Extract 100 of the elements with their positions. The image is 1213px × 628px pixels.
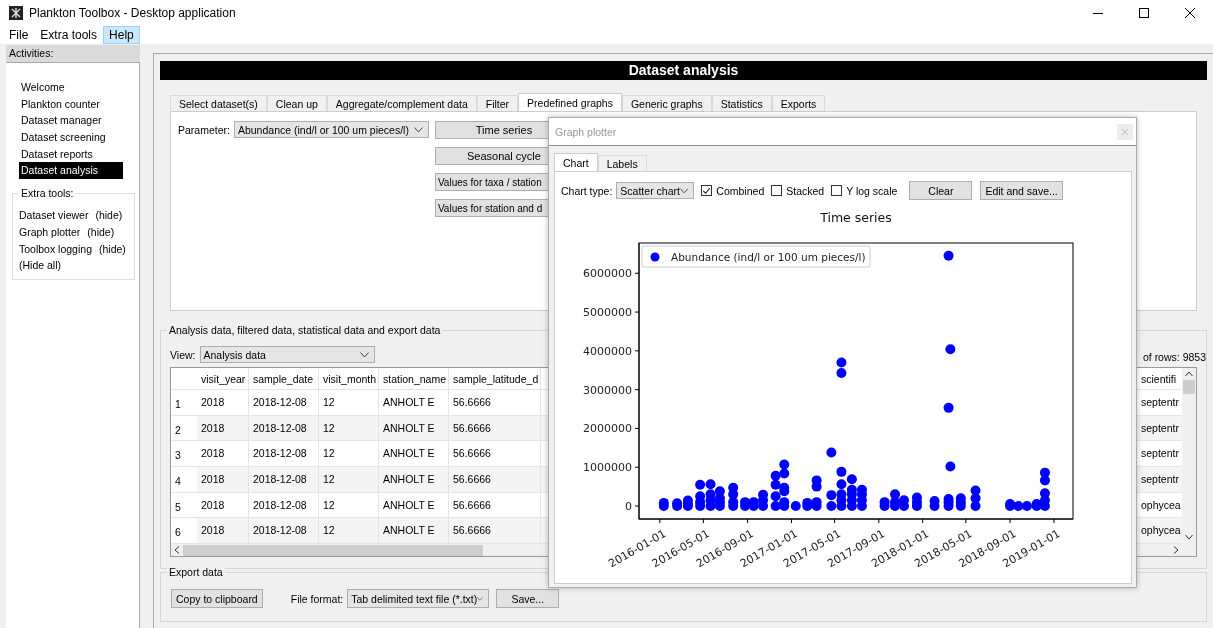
y-tick-label: 1000000 bbox=[583, 461, 632, 475]
sidebar-item[interactable]: Welcome bbox=[19, 79, 123, 96]
legend-label: Abundance (ind/l or 100 um pieces/l) bbox=[671, 251, 866, 263]
column-header[interactable]: visit_month bbox=[319, 368, 379, 389]
page-header: Dataset analysis bbox=[160, 61, 1207, 80]
caret-icon bbox=[477, 595, 484, 602]
checkbox-label[interactable]: Y log scale bbox=[846, 184, 898, 197]
table-cell: ANHOLT E bbox=[379, 518, 449, 544]
caret-icon bbox=[413, 126, 423, 133]
table-cell: 2018 bbox=[197, 492, 249, 518]
scroll-thumb[interactable] bbox=[183, 544, 483, 556]
table-cell: 2018-12-08 bbox=[249, 441, 319, 466]
y-tick-label: 2000000 bbox=[583, 422, 632, 436]
y-tick-label: 5000000 bbox=[583, 306, 632, 320]
tab[interactable]: Generic graphs bbox=[621, 95, 712, 111]
tool-link[interactable]: (Hide all) bbox=[19, 257, 61, 274]
tab[interactable]: Chart bbox=[554, 153, 598, 171]
column-header[interactable]: sample_latitude_d bbox=[449, 368, 541, 389]
window-title: Plankton Toolbox - Desktop application bbox=[29, 5, 236, 20]
table-cell: 56.6666 bbox=[449, 466, 541, 492]
checkbox[interactable] bbox=[831, 185, 843, 196]
menu-item[interactable]: Help bbox=[103, 25, 140, 44]
tab[interactable]: Exports bbox=[771, 95, 826, 111]
tool-link[interactable]: Toolbox logging bbox=[19, 240, 92, 258]
table-cell: 2018 bbox=[197, 518, 249, 544]
hide-link[interactable]: (hide) bbox=[99, 240, 126, 258]
checkbox-label[interactable]: Stacked bbox=[786, 184, 825, 197]
hide-link[interactable]: (hide) bbox=[87, 223, 115, 241]
table-cell: 2018-12-08 bbox=[249, 389, 319, 415]
table-cell: 56.6666 bbox=[449, 389, 541, 415]
tab[interactable]: Select dataset(s) bbox=[170, 95, 267, 111]
tab[interactable]: Aggregate/complement data bbox=[326, 95, 477, 111]
table-cell: 2018-12-08 bbox=[249, 492, 319, 518]
row-number: 4 bbox=[171, 466, 197, 492]
maximize-icon bbox=[1139, 7, 1149, 18]
parameter-select[interactable]: Abundance (ind/l or 100 um pieces/l) bbox=[233, 121, 429, 138]
menu-item[interactable]: Extra tools bbox=[34, 25, 104, 44]
app-icon bbox=[9, 5, 23, 20]
table-cell: 12 bbox=[319, 492, 379, 518]
table-cell-text: ophycea bbox=[1140, 523, 1182, 539]
row-number: 2 bbox=[171, 415, 197, 441]
table-cell: 2018 bbox=[197, 441, 249, 466]
tab[interactable]: Statistics bbox=[711, 95, 772, 111]
y-tick-label: 4000000 bbox=[583, 344, 632, 358]
tab[interactable]: Clean up bbox=[266, 95, 327, 111]
view-label: View: bbox=[170, 348, 196, 361]
checkbox[interactable] bbox=[701, 185, 713, 196]
save-button[interactable]: Save... bbox=[496, 589, 560, 608]
tool-link[interactable]: Dataset viewer bbox=[19, 207, 89, 224]
caret-icon bbox=[679, 187, 689, 194]
chart-title: Time series bbox=[820, 210, 892, 225]
caret-icon bbox=[359, 351, 369, 358]
tab[interactable]: Filter bbox=[476, 95, 519, 111]
table-cell: 2018-12-08 bbox=[249, 466, 319, 492]
table-cell: 12 bbox=[319, 415, 379, 441]
tab[interactable]: Labels bbox=[597, 155, 647, 171]
table-cell: 2018-12-08 bbox=[249, 518, 319, 544]
table-cell: 12 bbox=[319, 441, 379, 466]
column-header[interactable]: scientifi bbox=[1139, 368, 1182, 389]
file-format-select[interactable]: Tab delimited text file (*.txt) bbox=[347, 589, 490, 608]
table-cell-text: septentr bbox=[1140, 446, 1180, 462]
close-icon bbox=[1185, 7, 1195, 18]
group-title: Extra tools: bbox=[19, 187, 76, 200]
vertical-scrollbar[interactable] bbox=[1182, 368, 1196, 556]
row-number: 6 bbox=[171, 518, 197, 544]
hide-link[interactable]: (hide) bbox=[95, 207, 123, 224]
y-tick-label: 0 bbox=[625, 500, 632, 513]
table-cell: ANHOLT E bbox=[379, 441, 449, 466]
table-cell: 2018 bbox=[197, 466, 249, 492]
table-cell: 2018 bbox=[197, 415, 249, 441]
table-cell: 56.6666 bbox=[449, 492, 541, 518]
column-header[interactable]: sample_date bbox=[249, 368, 319, 389]
checkbox[interactable] bbox=[771, 185, 783, 196]
table-cell: 56.6666 bbox=[449, 441, 541, 466]
column-header[interactable]: station_name bbox=[379, 368, 449, 389]
file-format-label: File format: bbox=[290, 592, 344, 605]
table-cell-text: ophycea bbox=[1140, 497, 1182, 513]
table-cell-text: septentr bbox=[1140, 420, 1180, 436]
table-cell: ANHOLT E bbox=[379, 492, 449, 518]
scroll-thumb[interactable] bbox=[1183, 380, 1195, 394]
sidebar-item[interactable]: Dataset reports bbox=[19, 145, 123, 163]
sidebar-item[interactable]: Dataset analysis bbox=[19, 162, 123, 180]
sidebar-item[interactable]: Dataset screening bbox=[19, 129, 123, 146]
close-button[interactable] bbox=[1117, 123, 1133, 140]
sidebar-item[interactable]: Plankton counter bbox=[19, 95, 123, 113]
sidebar-item[interactable]: Dataset manager bbox=[19, 112, 123, 130]
column-header[interactable]: visit_year bbox=[197, 368, 249, 389]
chart-type-select[interactable]: Scatter chart bbox=[616, 182, 695, 199]
menu-item[interactable]: File bbox=[3, 25, 35, 44]
toolbar-button[interactable]: Edit and save... bbox=[980, 181, 1063, 200]
copy-button[interactable]: Copy to clipboard bbox=[171, 589, 263, 608]
table-cell-text: septentr bbox=[1140, 394, 1180, 410]
toolbar-button[interactable]: Clear bbox=[909, 181, 973, 200]
group-title: Export data bbox=[167, 566, 225, 578]
tab[interactable]: Predefined graphs bbox=[518, 93, 622, 111]
view-select[interactable]: Analysis data bbox=[199, 346, 375, 363]
y-tick-label: 6000000 bbox=[583, 267, 632, 281]
table-cell: ANHOLT E bbox=[379, 389, 449, 415]
tool-link[interactable]: Graph plotter bbox=[19, 223, 81, 241]
checkbox-label[interactable]: Combined bbox=[716, 184, 765, 197]
